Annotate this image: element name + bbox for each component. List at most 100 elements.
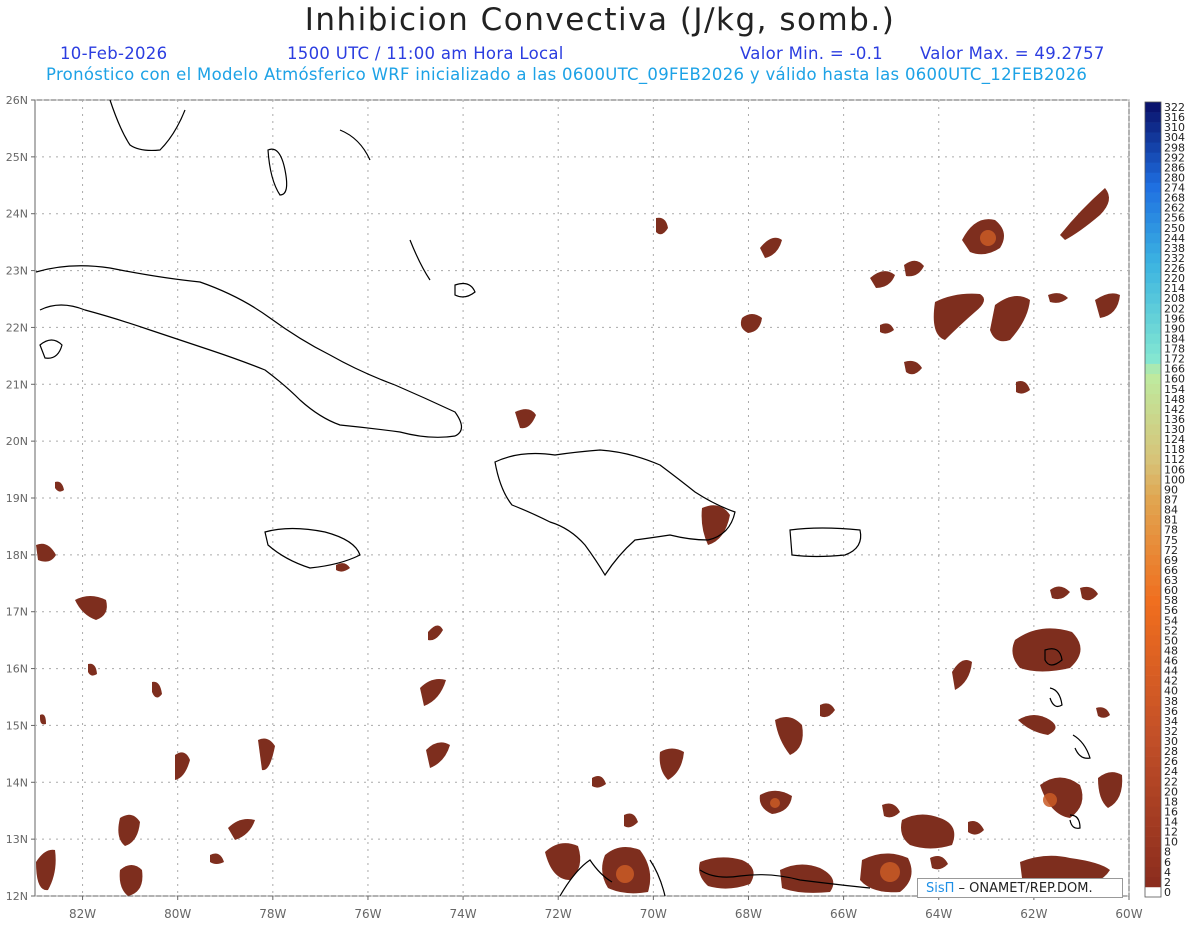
lon-tick-label: 80W xyxy=(164,907,191,921)
colorbar-swatch xyxy=(1145,806,1161,817)
colorbar-swatch xyxy=(1145,866,1161,878)
colorbar-swatch xyxy=(1145,625,1161,636)
colorbar-swatch xyxy=(1145,393,1161,405)
colorbar-swatch xyxy=(1145,172,1161,183)
lat-tick-label: 23N xyxy=(6,265,28,278)
lat-tick-label: 26N xyxy=(6,94,28,107)
lat-tick-label: 21N xyxy=(6,378,28,391)
lat-tick-label: 18N xyxy=(6,549,28,562)
colorbar-swatch xyxy=(1145,323,1161,334)
lat-tick-label: 12N xyxy=(6,890,28,903)
lat-tick-label: 15N xyxy=(6,719,28,732)
map-figure: 82W 80W 78W 76W 74W 72W 70W 68W 66W 64W 62W 60W 12N 1… xyxy=(6,94,1185,921)
colorbar-swatch xyxy=(1145,564,1161,576)
credit-org: – ONAMET/REP.DOM. xyxy=(954,881,1093,896)
colorbar-swatch xyxy=(1145,846,1161,858)
lon-tick-label: 66W xyxy=(830,907,857,921)
colorbar-swatch xyxy=(1145,252,1161,264)
colorbar-swatch xyxy=(1145,363,1161,375)
colorbar-swatch xyxy=(1145,655,1161,666)
cin-max-spot xyxy=(616,865,634,883)
colorbar-swatch xyxy=(1145,403,1161,415)
colorbar-swatch xyxy=(1145,333,1161,344)
colorbar-swatch xyxy=(1145,756,1161,767)
colorbar: 0246810121416182022242628303234363840424… xyxy=(1144,101,1185,899)
cin-cell xyxy=(699,857,754,889)
colorbar-swatch xyxy=(1145,222,1161,234)
colorbar-swatch xyxy=(1145,826,1161,837)
lon-tick-label: 78W xyxy=(259,907,286,921)
colorbar-swatch xyxy=(1145,152,1161,163)
colorbar-swatch xyxy=(1145,635,1161,646)
colorbar-swatch xyxy=(1145,434,1161,445)
cin-max-spot xyxy=(1043,793,1057,807)
colorbar-swatch xyxy=(1145,574,1161,586)
colorbar-swatch xyxy=(1145,132,1161,143)
colorbar-swatch xyxy=(1145,534,1161,546)
colorbar-swatch xyxy=(1145,645,1161,656)
colorbar-swatch xyxy=(1145,283,1161,294)
lat-tick-label: 19N xyxy=(6,492,28,505)
colorbar-swatch xyxy=(1145,464,1161,475)
lat-tick-label: 16N xyxy=(6,663,28,676)
colorbar-swatch xyxy=(1145,373,1161,385)
lat-tick-label: 13N xyxy=(6,833,28,846)
colorbar-swatch xyxy=(1145,413,1161,425)
colorbar-swatch xyxy=(1145,454,1161,465)
lat-tick-label: 20N xyxy=(6,435,28,448)
colorbar-swatch xyxy=(1145,313,1161,324)
colorbar-swatch xyxy=(1145,585,1161,596)
colorbar-swatch xyxy=(1145,353,1161,364)
colorbar-swatch xyxy=(1145,544,1161,556)
credit-box: SisΠ – ONAMET/REP.DOM. xyxy=(917,878,1123,898)
colorbar-swatch xyxy=(1145,514,1161,525)
lon-tick-label: 70W xyxy=(640,907,667,921)
lat-tick-label: 14N xyxy=(6,776,28,789)
colorbar-swatch xyxy=(1145,605,1161,616)
lat-tick-label: 24N xyxy=(6,208,28,221)
colorbar-swatch xyxy=(1145,796,1161,807)
colorbar-swatch xyxy=(1145,474,1161,485)
lat-tick-label: 25N xyxy=(6,151,28,164)
colorbar-swatch xyxy=(1145,554,1161,566)
cin-max-spot xyxy=(980,230,996,246)
cin-max-spot xyxy=(770,798,780,808)
colorbar-swatch xyxy=(1145,595,1161,606)
colorbar-swatch xyxy=(1145,273,1161,284)
colorbar-swatch xyxy=(1145,856,1161,868)
colorbar-swatch xyxy=(1145,383,1161,395)
colorbar-swatch xyxy=(1145,212,1161,224)
colorbar-swatch xyxy=(1145,524,1161,536)
colorbar-swatch xyxy=(1145,293,1161,304)
lon-tick-label: 68W xyxy=(735,907,762,921)
colorbar-swatch xyxy=(1145,725,1161,737)
colorbar-swatch xyxy=(1145,424,1161,435)
colorbar-swatch xyxy=(1145,766,1161,777)
colorbar-swatch xyxy=(1145,494,1161,505)
colorbar-swatch xyxy=(1145,786,1161,797)
colorbar-swatch xyxy=(1145,746,1161,757)
colorbar-swatch xyxy=(1145,886,1161,898)
colorbar-swatch xyxy=(1145,343,1161,354)
colorbar-swatch xyxy=(1145,484,1161,495)
colorbar-swatch xyxy=(1145,303,1161,314)
colorbar-swatch xyxy=(1145,162,1161,173)
lat-tick-label: 17N xyxy=(6,606,28,619)
colorbar-swatch xyxy=(1145,776,1161,787)
colorbar-swatch xyxy=(1145,675,1161,686)
lon-tick-label: 64W xyxy=(925,907,952,921)
lon-tick-label: 72W xyxy=(545,907,572,921)
colorbar-swatch xyxy=(1145,705,1161,717)
colorbar-swatch xyxy=(1145,182,1161,193)
lon-tick-label: 74W xyxy=(450,907,477,921)
colorbar-swatch xyxy=(1145,102,1161,113)
colorbar-swatch xyxy=(1145,232,1161,244)
colorbar-swatch xyxy=(1145,695,1161,707)
colorbar-swatch xyxy=(1145,242,1161,254)
colorbar-swatch xyxy=(1145,876,1161,888)
colorbar-swatch xyxy=(1145,735,1161,747)
colorbar-swatch xyxy=(1145,665,1161,676)
colorbar-swatch xyxy=(1145,192,1161,203)
colorbar-swatch xyxy=(1145,142,1161,153)
colorbar-swatch xyxy=(1145,263,1161,274)
